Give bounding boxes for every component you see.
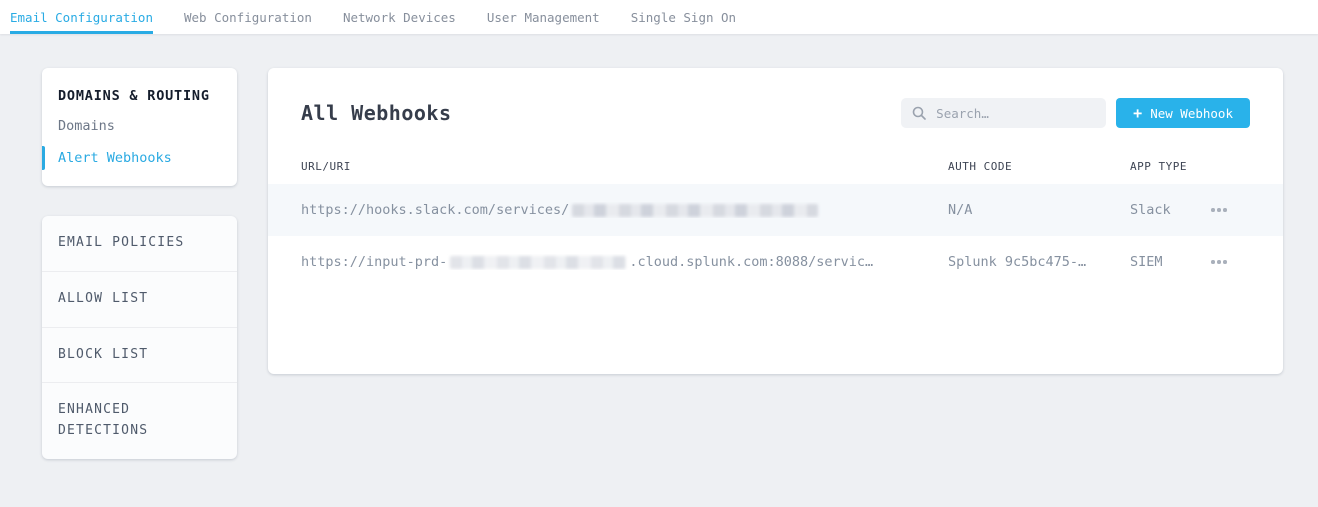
table-header-row: URL/URI AUTH CODE APP TYPE: [268, 148, 1283, 184]
auth-code-cell: N/A: [948, 202, 1130, 218]
policy-sections-card: EMAIL POLICIES ALLOW LIST BLOCK LIST ENH…: [42, 216, 237, 459]
url-cell: https://input-prd- .cloud.splunk.com:808…: [301, 254, 948, 270]
webhooks-table: URL/URI AUTH CODE APP TYPE https://hooks…: [268, 148, 1283, 288]
sidebar-item-email-policies[interactable]: EMAIL POLICIES: [42, 216, 237, 271]
column-header-app-type: APP TYPE: [1130, 160, 1207, 173]
column-header-url: URL/URI: [301, 160, 948, 173]
panel-header: All Webhooks + New Webhook: [268, 68, 1283, 148]
ellipsis-dot: [1217, 260, 1221, 264]
new-webhook-label: New Webhook: [1150, 106, 1233, 121]
sidebar-item-allow-list[interactable]: ALLOW LIST: [42, 271, 237, 327]
top-navigation: Email Configuration Web Configuration Ne…: [0, 0, 1318, 34]
sidebar-item-enhanced-detections[interactable]: ENHANCED DETECTIONS: [42, 382, 237, 459]
search-box[interactable]: [901, 98, 1106, 128]
column-header-auth-code: AUTH CODE: [948, 160, 1130, 173]
search-input[interactable]: [934, 105, 1095, 122]
sidebar-item-alert-webhooks[interactable]: Alert Webhooks: [42, 142, 237, 174]
row-menu-ellipsis-button[interactable]: [1207, 254, 1231, 270]
ellipsis-dot: [1223, 260, 1227, 264]
url-prefix: https://hooks.slack.com/services/: [301, 202, 569, 218]
sidebar-item-block-list[interactable]: BLOCK LIST: [42, 327, 237, 383]
auth-code-cell: Splunk 9c5bc475-…: [948, 254, 1130, 270]
plus-icon: +: [1133, 106, 1142, 121]
app-type-cell: Slack: [1130, 202, 1207, 218]
new-webhook-button[interactable]: + New Webhook: [1116, 98, 1250, 128]
page-body: DOMAINS & ROUTING Domains Alert Webhooks…: [0, 34, 1318, 459]
url-suffix: .cloud.splunk.com:8088/servic…: [629, 254, 873, 270]
tab-web-configuration[interactable]: Web Configuration: [184, 0, 312, 34]
ellipsis-dot: [1211, 260, 1215, 264]
tab-email-configuration[interactable]: Email Configuration: [10, 0, 153, 34]
sidebar-item-label: Alert Webhooks: [58, 150, 172, 166]
sidebar: DOMAINS & ROUTING Domains Alert Webhooks…: [42, 68, 237, 459]
ellipsis-dot: [1217, 208, 1221, 212]
search-icon: [912, 106, 926, 120]
domains-routing-card: DOMAINS & ROUTING Domains Alert Webhooks: [42, 68, 237, 186]
sidebar-item-domains[interactable]: Domains: [42, 110, 237, 142]
url-prefix: https://input-prd-: [301, 254, 447, 270]
app-type-cell: SIEM: [1130, 254, 1207, 270]
row-menu-ellipsis-button[interactable]: [1207, 202, 1231, 218]
table-row[interactable]: https://input-prd- .cloud.splunk.com:808…: [268, 236, 1283, 288]
page-title: All Webhooks: [301, 101, 452, 125]
domains-routing-heading: DOMAINS & ROUTING: [42, 88, 237, 110]
header-actions: + New Webhook: [901, 98, 1250, 128]
ellipsis-dot: [1211, 208, 1215, 212]
tab-network-devices[interactable]: Network Devices: [343, 0, 456, 34]
redacted-url-segment: [572, 204, 818, 217]
webhooks-panel: All Webhooks + New Webhook URL/URI AU: [268, 68, 1283, 374]
redacted-url-segment: [450, 256, 626, 269]
table-row[interactable]: https://hooks.slack.com/services/ N/A Sl…: [268, 184, 1283, 236]
tab-user-management[interactable]: User Management: [487, 0, 600, 34]
tab-single-sign-on[interactable]: Single Sign On: [631, 0, 736, 34]
url-cell: https://hooks.slack.com/services/: [301, 202, 948, 218]
active-indicator-bar: [42, 146, 45, 170]
ellipsis-dot: [1223, 208, 1227, 212]
